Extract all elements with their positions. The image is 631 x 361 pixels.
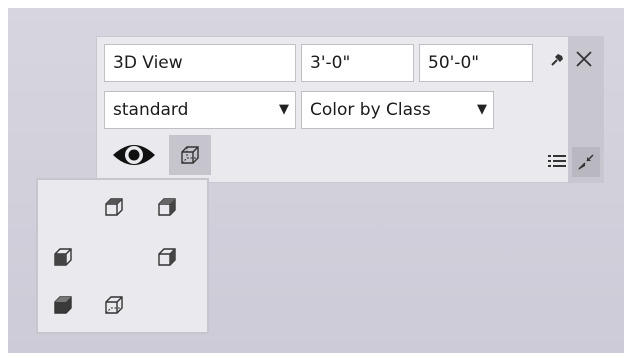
cube-view-icon[interactable] [169, 135, 211, 175]
dropdown-arrow-icon: ▼ [279, 102, 289, 117]
render-mode-select[interactable]: standard ▼ [104, 91, 296, 129]
dropdown-arrow-icon: ▼ [477, 102, 487, 117]
view-right-icon[interactable] [156, 246, 178, 268]
close-icon[interactable] [571, 46, 597, 72]
view-palette: 3D View 3'-0" 50'-0" standard ▼ Color by… [96, 36, 604, 183]
render-mode-value: standard [113, 100, 189, 120]
color-mode-value: Color by Class [310, 100, 431, 120]
view-name-field[interactable]: 3D View [104, 44, 296, 82]
distance-field[interactable]: 50'-0" [419, 44, 533, 82]
view-top-front-left-icon[interactable] [103, 196, 125, 218]
pin-icon[interactable] [547, 46, 569, 72]
view-bottom-right-icon[interactable] [103, 294, 125, 316]
height-field[interactable]: 3'-0" [301, 44, 414, 82]
view-left-icon[interactable] [52, 246, 74, 268]
list-icon[interactable] [545, 149, 569, 173]
standard-views-popup [36, 178, 209, 334]
collapse-icon[interactable] [572, 147, 600, 177]
color-mode-select[interactable]: Color by Class ▼ [301, 91, 494, 129]
eye-icon[interactable] [109, 137, 159, 173]
view-top-front-right-icon[interactable] [156, 196, 178, 218]
view-bottom-left-icon[interactable] [52, 294, 74, 316]
